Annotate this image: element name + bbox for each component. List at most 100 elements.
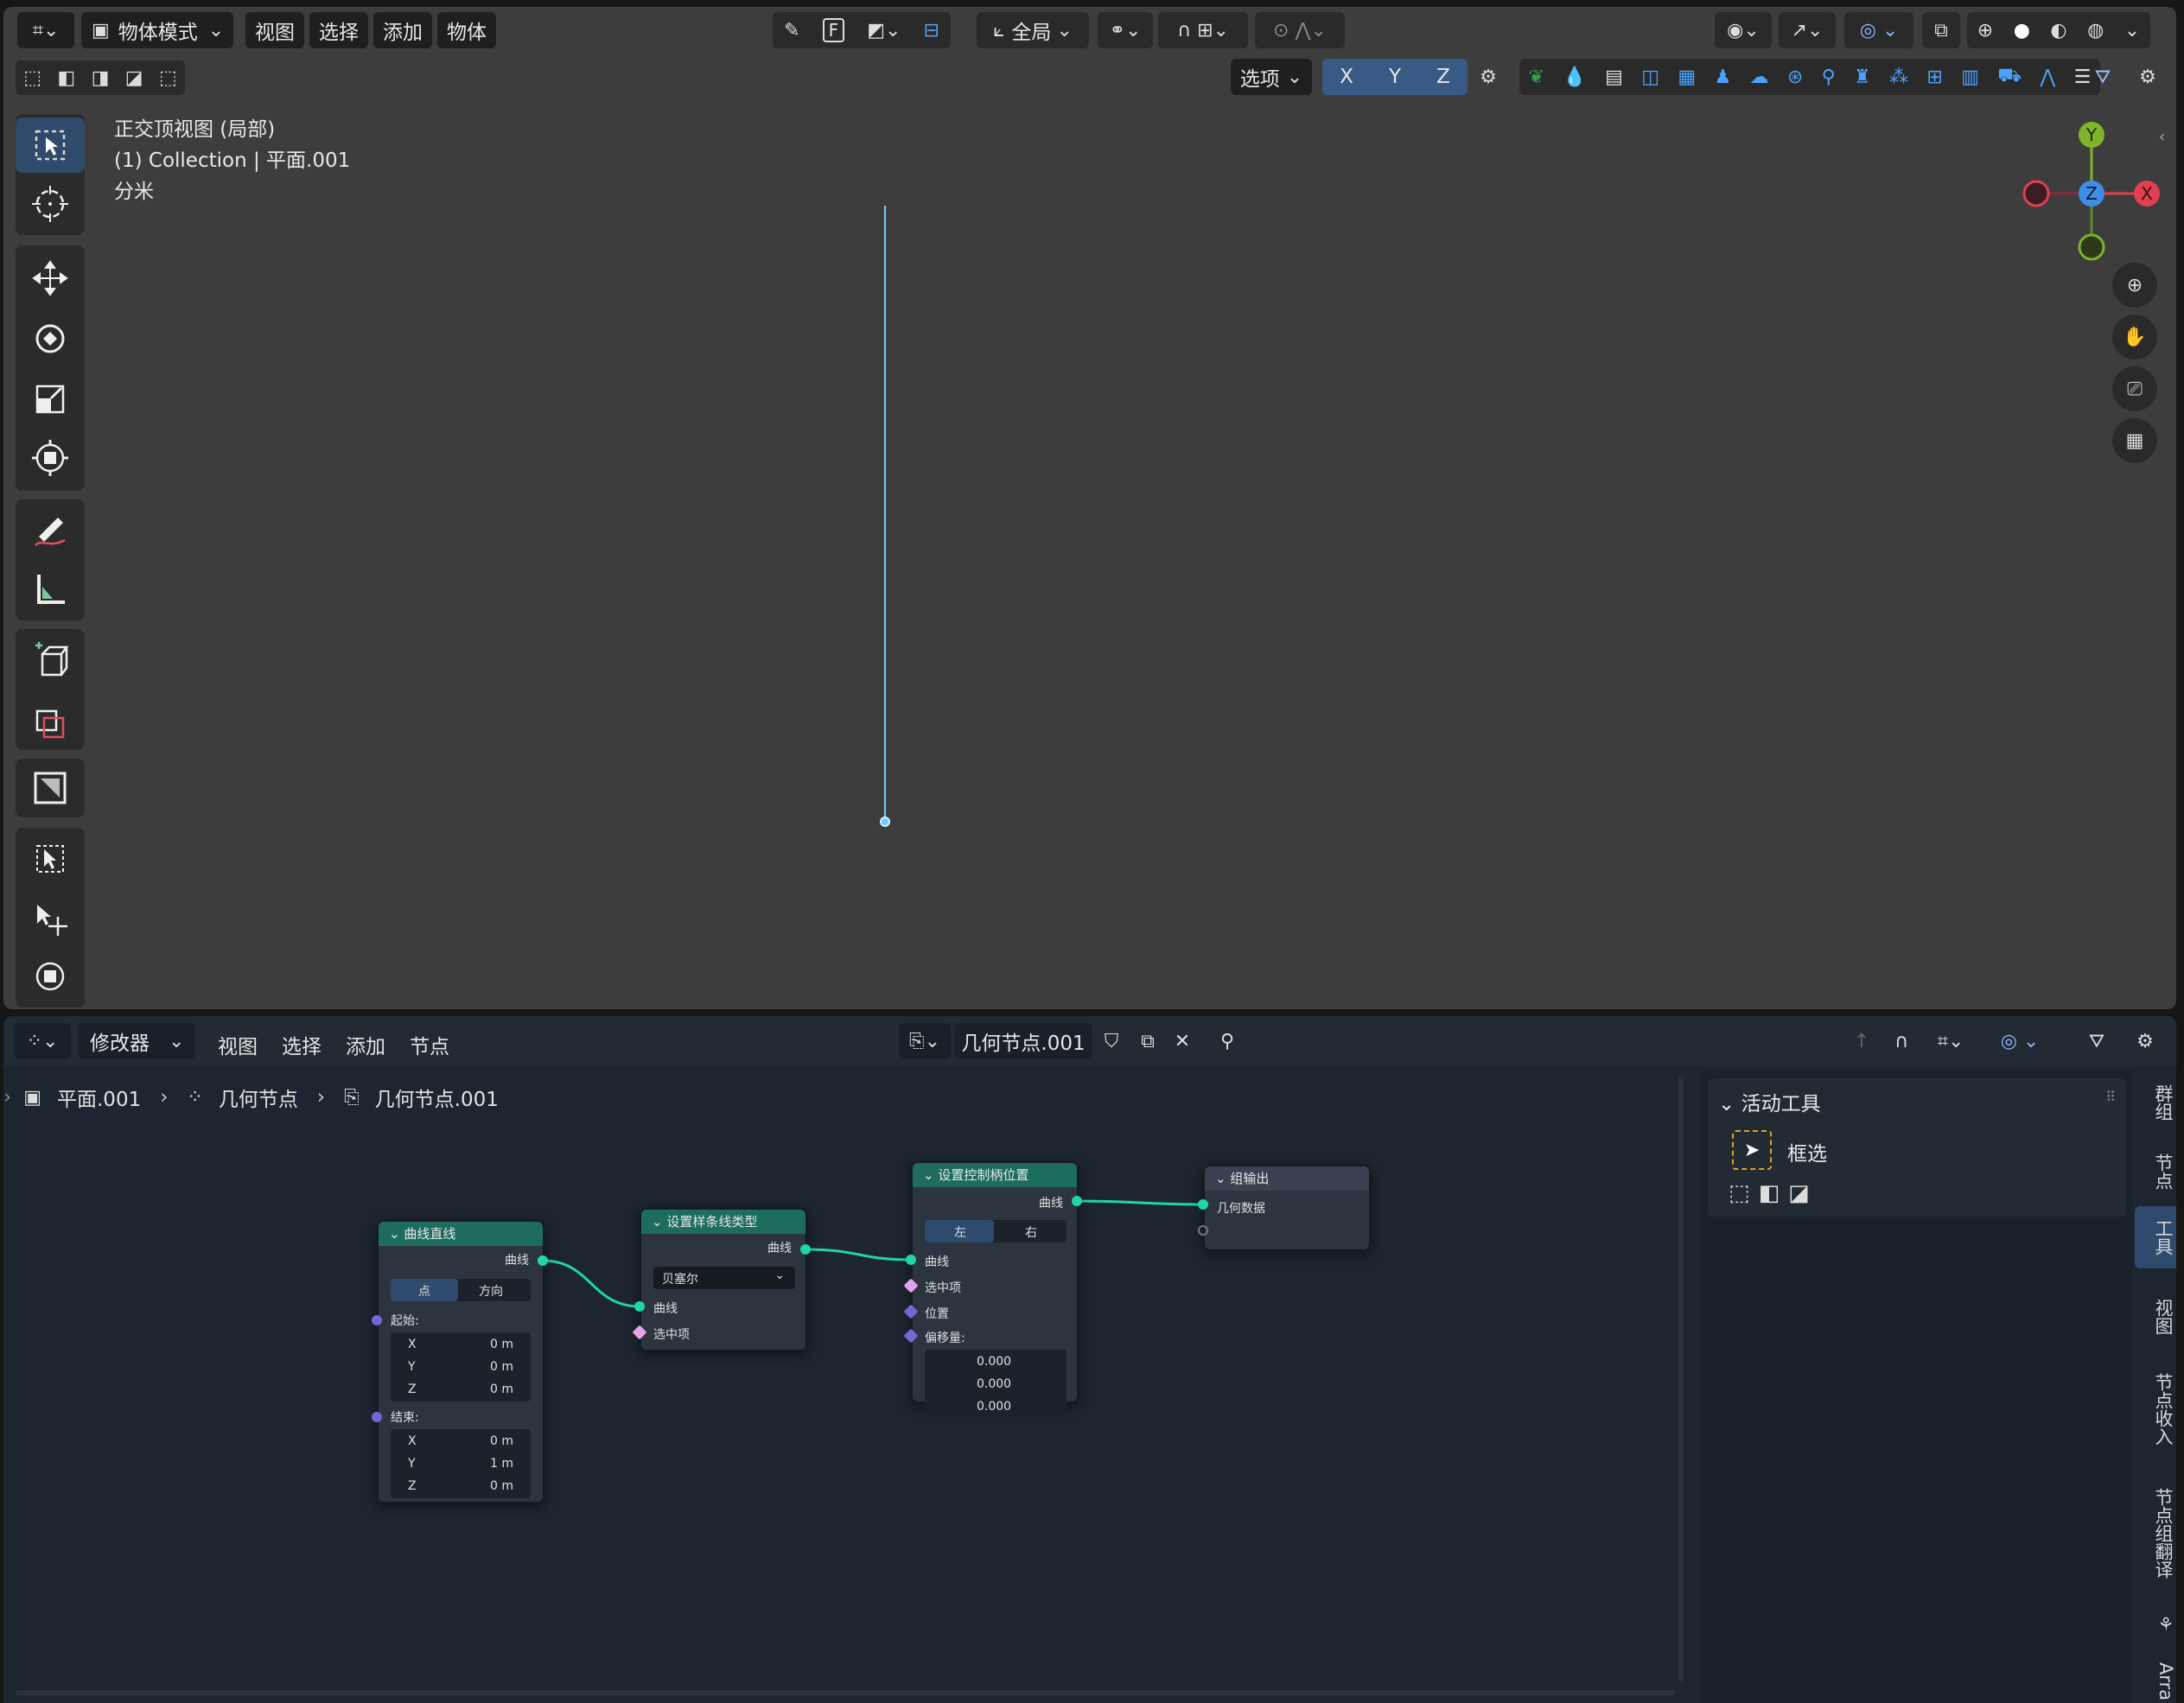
start-x-value[interactable]: 0 m [490,1338,513,1351]
mode-points[interactable]: 点 [418,1282,430,1299]
start-z-value[interactable]: 0 m [490,1382,513,1396]
hierarchy-icon[interactable]: ⊟ [924,20,939,41]
end-z-value[interactable]: 0 m [490,1479,513,1493]
road-icon[interactable]: ⋀ [2040,67,2055,88]
mode-toggle[interactable]: 点 方向 [391,1279,531,1301]
car-icon[interactable]: ⛟ [1997,65,2022,89]
scene-icon[interactable]: ▦ [1678,67,1696,88]
annotate-tool[interactable] [16,503,85,558]
eyedropper-icon[interactable]: ✎ [784,20,799,41]
settings-button[interactable]: ⚙ [2126,1023,2164,1059]
overlay-dropdown[interactable]: ◎ ⌄ [1844,12,1913,48]
vertical-scrollbar[interactable] [1678,1077,1684,1681]
node-editor[interactable]: ⁘⌄ 修改器 ⌄ 视图 选择 添加 节点 ⎘⌄ 几何节点.001 ⛉ ⧉ ✕ ⚲ … [3,1016,2176,1703]
gizmo-dropdown[interactable]: ↗⌄ [1779,12,1836,48]
menu-view[interactable]: 视图 [245,12,304,48]
select-subtract-icon[interactable]: ◪ [1788,1180,1810,1206]
socket-curve-in[interactable] [634,1301,645,1312]
node-group-output[interactable]: ⌄ 组输出 几何数据 [1203,1165,1371,1251]
collapse-icon[interactable]: ⌄ [923,1167,938,1183]
tab-view[interactable]: 视图 [2135,1291,2176,1343]
collapse-icon[interactable]: ⌄ [1215,1171,1230,1186]
nodes-icon[interactable]: ⁂ [1889,67,1908,88]
xray-toggle[interactable]: ⧉ [1922,12,1960,48]
proportional-edit-dropdown[interactable]: ⊙ ⋀⌄ [1255,12,1345,48]
socket-curve-out[interactable] [800,1244,811,1255]
node-snap-button[interactable]: ∩ [1884,1023,1919,1059]
addon-toolbar[interactable]: ❦ 💧 ▤ ◫ ▦ ♟ ☁ ⊛ ⚲ ♜ ⁂ ⊞ ▥ ⛟ ⋀ ☰ [1519,59,2100,95]
select-intersect-icon[interactable]: ⬚ [159,67,177,89]
panel-icon[interactable]: ◫ [1641,67,1659,88]
node-curve-line[interactable]: ⌄ 曲线直线 曲线 点 方向 起始: X 0 m Y 0 m Z 0 m 结束:… [377,1220,544,1503]
snap-transform-tool[interactable] [16,949,85,1004]
snap-target-dropdown[interactable]: ⌗⌄ [1922,1023,1979,1059]
shirt-icon[interactable]: ♜ [1854,67,1871,88]
side-left[interactable]: 左 [954,1223,966,1241]
select-new-icon[interactable]: ⬚ [23,67,41,89]
side-right[interactable]: 右 [1025,1223,1037,1241]
menu-object[interactable]: 物体 [437,12,496,48]
select-box-icon[interactable]: ➤ [1732,1130,1772,1170]
modifier-context-dropdown[interactable]: 修改器 ⌄ [78,1023,195,1059]
visibility-dropdown[interactable]: ◉⌄ [1715,12,1772,48]
3d-viewport[interactable]: ⌗⌄ ▣ 物体模式 ⌄ 视图 选择 添加 物体 ✎ F ◩⌄ ⊟ ⟀ 全局 ⌄ ⚭⌄ ∩… [3,7,2176,1009]
start-y-value[interactable]: 0 m [490,1360,513,1374]
end-x-value[interactable]: 0 m [490,1434,513,1448]
offset-y-value[interactable]: 0.000 [977,1377,1011,1391]
selection-mode-buttons[interactable]: ⬚ ◧ ◪ [1729,1180,1810,1206]
snap-tools[interactable]: ✎ F ◩⌄ ⊟ [773,12,951,48]
chevron-down-icon[interactable]: ⌄ [2124,20,2140,41]
select-move-tool[interactable] [16,890,85,945]
tab-arra[interactable]: Arra [2135,1655,2176,1703]
pin-button[interactable]: ⚲ [1210,1023,1245,1059]
menu-view[interactable]: 视图 [218,1030,258,1059]
handle-side-toggle[interactable]: 左 右 [925,1220,1067,1242]
menu-add[interactable]: 添加 [373,12,432,48]
add-cube-tool[interactable] [16,632,85,688]
breadcrumb-modifier[interactable]: 几何节点 [219,1083,298,1112]
socket-curve-out[interactable] [1072,1196,1082,1206]
curve-origin-point[interactable] [880,817,890,827]
extrude-tool[interactable] [16,691,85,747]
menu-node[interactable]: 节点 [410,1030,449,1059]
selection-mode-buttons[interactable]: ⬚ ◧ ◨ ◪ ⬚ [16,60,185,95]
curve-object[interactable] [884,206,886,821]
navigation-gizmo[interactable]: Y Z X [2009,111,2173,275]
curve-icon[interactable]: ◩⌄ [867,20,901,41]
tab-extra-icon[interactable]: ⚘ [2135,1607,2176,1642]
zoom-button[interactable]: ⊕ [2112,263,2157,308]
snapping-dropdown[interactable]: ∩ ⊞⌄ [1158,12,1248,48]
ortho-toggle-button[interactable]: ▦ [2112,418,2157,463]
select-subtract-icon[interactable]: ◨ [92,67,110,89]
offset-x-value[interactable]: 0.000 [977,1355,1011,1369]
frame-tool[interactable] [16,760,85,816]
select-box-tool[interactable] [16,118,85,173]
shading-modes[interactable]: ⊕ ● ◐ ◍ ⌄ [1967,12,2150,48]
measure-tool[interactable] [16,562,85,617]
mode-direction[interactable]: 方向 [479,1282,503,1299]
wireframe-shading-icon[interactable]: ⊕ [1977,20,1993,41]
overlay-dropdown[interactable]: ◎ ⌄ [1991,1023,2048,1059]
select-invert-icon[interactable]: ◪ [125,67,143,89]
socket-geometry-in[interactable] [1198,1199,1208,1210]
socket-end-in[interactable] [372,1412,382,1422]
viewport-settings-button[interactable]: ⚙ [2126,59,2169,95]
socket-curve-out[interactable] [538,1255,548,1266]
node-header[interactable]: ⌄ 设置控制柄位置 [913,1163,1077,1187]
filter-button[interactable]: ⛛ [2081,59,2124,95]
mirror-x-button[interactable]: X [1322,59,1371,95]
user-icon[interactable]: ♟ [1714,67,1731,88]
node-header[interactable]: ⌄ 设置样条线类型 [641,1210,805,1234]
menu-select[interactable]: 选择 [309,12,368,48]
select-new-icon[interactable]: ⬚ [1729,1180,1750,1206]
offset-z-value[interactable]: 0.000 [977,1400,1011,1414]
mode-dropdown[interactable]: ▣ 物体模式 ⌄ [81,12,233,48]
duplicate-button[interactable]: ⧉ [1130,1023,1165,1059]
solid-shading-icon[interactable]: ● [2014,20,2030,41]
active-tool-header[interactable]: ⌄ 活动工具 [1718,1087,1821,1116]
move-tool[interactable] [16,251,85,306]
menu-add[interactable]: 添加 [346,1030,385,1059]
settings-gear-button[interactable]: ⚙ [1469,59,1507,95]
editor-type-button[interactable]: ⁘⌄ [14,1023,71,1059]
unlink-button[interactable]: ✕ [1165,1023,1200,1059]
